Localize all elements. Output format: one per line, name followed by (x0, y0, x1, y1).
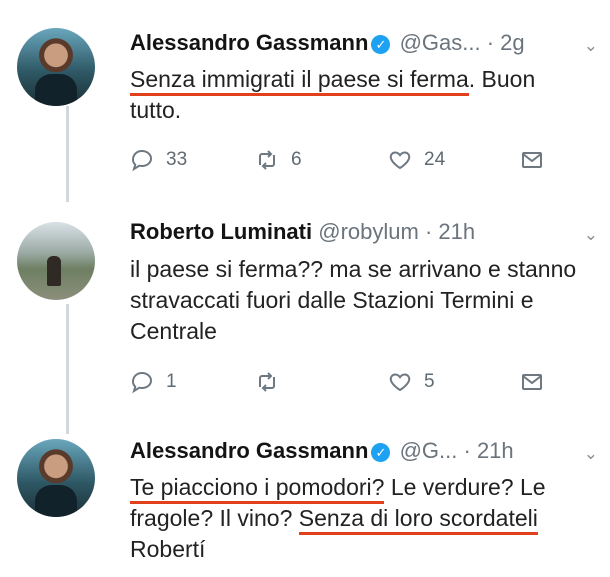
author-name[interactable]: Roberto Luminati (130, 219, 312, 244)
timestamp[interactable]: 2g (500, 30, 524, 55)
reply-count: 33 (166, 149, 188, 170)
envelope-icon (520, 148, 544, 172)
chevron-down-icon[interactable]: ⌄ (584, 444, 598, 464)
tweet-header: Alessandro Gassmann ✓ @G... · 21h (130, 438, 514, 464)
heart-icon (388, 148, 412, 172)
timestamp[interactable]: 21h (477, 438, 514, 463)
reply-button[interactable]: 33 (130, 148, 187, 172)
chevron-down-icon[interactable]: ⌄ (584, 36, 598, 56)
retweet-icon (255, 370, 279, 394)
tweet-actions: 33 6 24 (130, 148, 560, 178)
reply-count: 1 (166, 371, 177, 392)
tweet[interactable]: Alessandro Gassmann ✓ @Gas... · 2g ⌄ Senz… (0, 0, 610, 200)
avatar[interactable] (17, 28, 95, 106)
retweet-count: 6 (291, 149, 302, 170)
tweet-header: Roberto Luminati @robylum · 21h (130, 219, 475, 245)
tweet-header: Alessandro Gassmann ✓ @Gas... · 2g (130, 30, 525, 56)
like-button[interactable]: 24 (388, 148, 445, 172)
reply-icon (130, 370, 154, 394)
author-name[interactable]: Alessandro Gassmann (130, 30, 368, 55)
underlined-text: Senza di loro scordateli (298, 505, 538, 535)
underlined-text: Te piacciono i pomodori? (130, 474, 385, 504)
retweet-button[interactable] (255, 370, 279, 394)
author-handle[interactable]: @G... (400, 438, 458, 463)
reply-button[interactable]: 1 (130, 370, 177, 394)
verified-badge-icon: ✓ (371, 443, 391, 462)
avatar[interactable] (17, 222, 95, 300)
chevron-down-icon[interactable]: ⌄ (584, 225, 598, 245)
tweet-text: Senza immigrati il paese si ferma. Buon … (130, 64, 590, 126)
retweet-button[interactable]: 6 (255, 148, 302, 172)
avatar[interactable] (17, 439, 95, 517)
tweet[interactable]: Roberto Luminati @robylum · 21h ⌄ il pae… (0, 200, 610, 425)
dm-button[interactable] (520, 148, 544, 172)
reply-icon (130, 148, 154, 172)
tweet-text: Te piacciono i pomodori? Le verdure? Le … (130, 472, 600, 565)
tweet[interactable]: Alessandro Gassmann ✓ @G... · 21h ⌄ Te pi… (0, 425, 610, 577)
like-count: 24 (424, 149, 446, 170)
tweet-text: il paese si ferma?? ma se arrivano e sta… (130, 256, 577, 344)
separator: · (424, 219, 433, 244)
separator: · (463, 438, 471, 463)
author-handle[interactable]: @robylum (318, 219, 419, 244)
heart-icon (388, 370, 412, 394)
retweet-icon (255, 148, 279, 172)
underlined-text: Senza immigrati il paese si ferma (130, 66, 469, 96)
envelope-icon (520, 370, 544, 394)
timestamp[interactable]: 21h (438, 219, 475, 244)
separator: · (486, 30, 495, 55)
author-handle[interactable]: @Gas... (400, 30, 481, 55)
tweet-actions: 1 5 (130, 370, 560, 400)
verified-badge-icon: ✓ (371, 35, 391, 54)
tweet-text-end: Robertí (130, 536, 206, 562)
like-count: 5 (424, 371, 435, 392)
dm-button[interactable] (520, 370, 544, 394)
like-button[interactable]: 5 (388, 370, 435, 394)
author-name[interactable]: Alessandro Gassmann (130, 438, 368, 463)
